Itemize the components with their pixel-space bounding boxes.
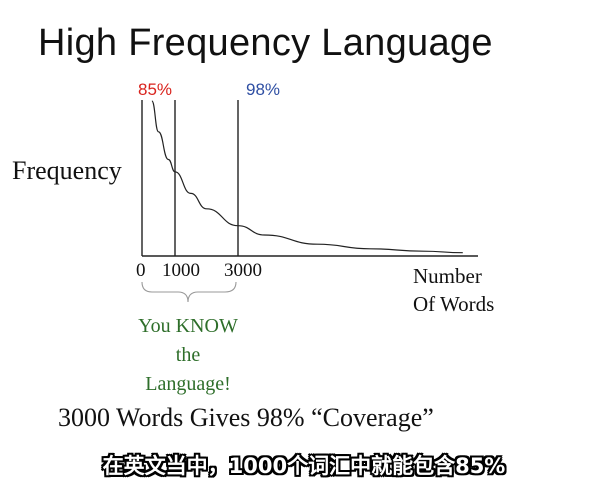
x-tick-3000: 3000 xyxy=(224,260,262,281)
frequency-curve xyxy=(151,100,463,254)
video-subtitle: 在英文当中，1000个词汇中就能包含85% xyxy=(102,454,506,478)
x-axis-label-line-1: Number xyxy=(413,264,482,288)
x-tick-0: 0 xyxy=(136,260,146,281)
you-know-the-language-annotation: You KNOW the Language! xyxy=(118,312,258,399)
y-axis-label: Frequency xyxy=(12,156,122,185)
annotation-line-3: Language! xyxy=(145,373,231,395)
marker-lines xyxy=(174,100,239,256)
marker-label-85: 85% xyxy=(138,80,173,99)
x-tick-1000: 1000 xyxy=(162,260,200,281)
coverage-caption: 3000 Words Gives 98% “Coverage” xyxy=(58,403,434,432)
x-axis-label-line-2: Of Words xyxy=(413,292,495,316)
x-axis-label: Number Of Words xyxy=(413,262,523,318)
marker-label-98: 98% xyxy=(246,80,281,99)
brace xyxy=(141,281,237,303)
annotation-line-1: You KNOW xyxy=(138,315,238,337)
annotation-line-2: the xyxy=(175,344,201,366)
